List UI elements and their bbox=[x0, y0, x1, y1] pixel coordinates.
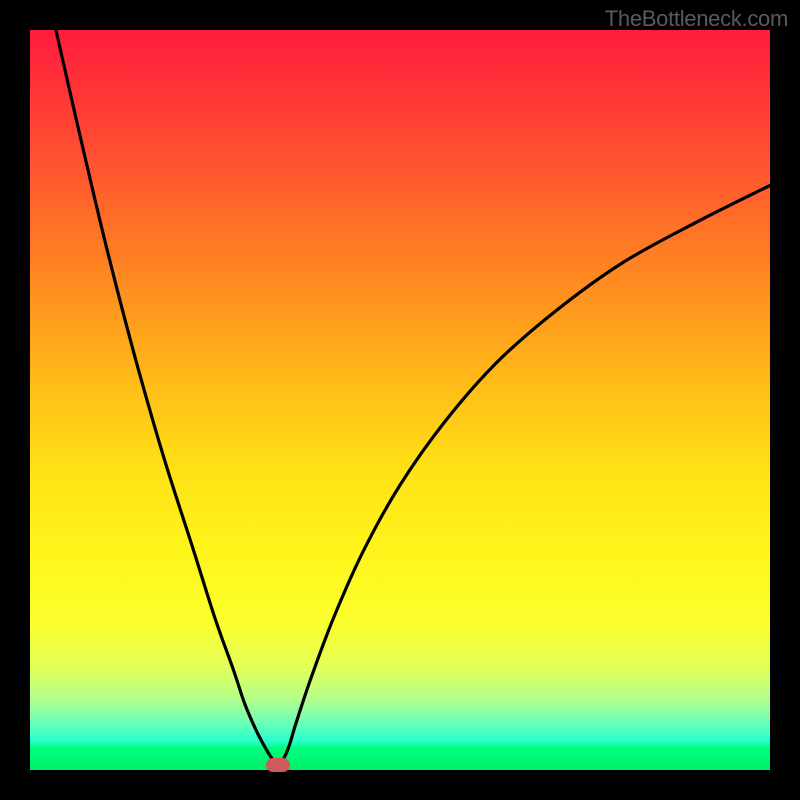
minimum-marker bbox=[266, 758, 290, 772]
chart-frame: TheBottleneck.com bbox=[0, 0, 800, 800]
bottleneck-curve bbox=[30, 30, 770, 770]
plot-area bbox=[30, 30, 770, 770]
watermark-text: TheBottleneck.com bbox=[605, 6, 788, 32]
